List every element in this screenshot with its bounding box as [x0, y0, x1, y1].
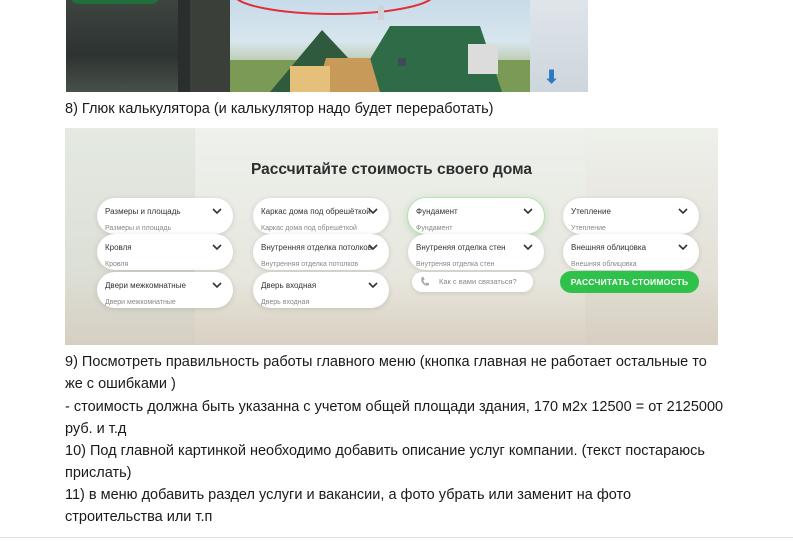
house-illustration	[230, 0, 530, 92]
screenshot-left-panel	[66, 0, 190, 92]
field-label: Утепление	[571, 207, 611, 216]
field-roof[interactable]: Кровля Кровля	[97, 234, 233, 270]
note-item-10-line1: 10) Под главной картинкой необходимо доб…	[65, 443, 705, 459]
field-value: Кровля	[105, 261, 129, 268]
field-label: Внешняя облицовка	[571, 243, 647, 252]
field-value: Дверь входная	[261, 299, 310, 306]
note-item-10-line2: прислать)	[65, 465, 132, 481]
divider	[0, 537, 793, 538]
calculator-title: Рассчитайте стоимость своего дома	[251, 161, 532, 178]
chevron-down-icon	[523, 208, 533, 215]
house-image	[230, 0, 530, 92]
field-frame[interactable]: Каркас дома под обрешёткой Каркас дома п…	[253, 198, 389, 234]
note-item-8: 8) Глюк калькулятора (и калькулятор надо…	[65, 101, 494, 117]
field-insulation[interactable]: Утепление Утепление	[563, 198, 699, 234]
note-item-11-line2: строительства или т.п	[65, 509, 213, 525]
field-label: Дверь входная	[261, 281, 317, 290]
screenshot-divider	[178, 0, 190, 92]
chevron-down-icon	[368, 208, 378, 215]
calculate-cost-button[interactable]: РАССЧИТАТЬ СТОИМОСТЬ	[560, 271, 699, 293]
field-foundation[interactable]: Фундамент Фундамент	[408, 198, 544, 234]
field-value: Внутренняя отделка потолков	[261, 261, 359, 268]
field-value: Внешняя облицовка	[571, 261, 637, 268]
field-value: Фундамент	[416, 225, 453, 232]
note-item-9-line1: 9) Посмотреть правильность работы главно…	[65, 354, 707, 370]
chevron-down-icon	[368, 282, 378, 289]
arrow-down-icon[interactable]: ⬇	[544, 68, 559, 86]
top-screenshot: ⬇	[66, 0, 588, 92]
field-label: Кровля	[105, 243, 132, 252]
note-item-11-line1: 11) в меню добавить раздел услуги и вака…	[65, 487, 632, 503]
field-label: Размеры и площадь	[105, 207, 181, 216]
note-item-9-line2: же с ошибками )	[65, 376, 176, 392]
field-value: Каркас дома под обрешёткой	[261, 225, 357, 232]
calculator-screenshot: Рассчитайте стоимость своего дома Размер…	[65, 128, 718, 345]
field-label: Двери межкомнатные	[105, 281, 186, 290]
field-size-area[interactable]: Размеры и площадь Размеры и площадь	[97, 198, 233, 234]
field-value: Внутреняя отделка стен	[416, 261, 495, 268]
phone-icon	[421, 277, 429, 286]
field-exterior-cladding[interactable]: Внешняя облицовка Внешняя облицовка	[563, 234, 699, 270]
field-label: Внутреняя отделка стен	[416, 243, 506, 252]
field-label: Каркас дома под обрешёткой	[261, 207, 371, 216]
chevron-down-icon	[678, 208, 688, 215]
field-interior-doors[interactable]: Двери межкомнатные Двери межкомнатные	[97, 272, 233, 308]
chevron-down-icon	[368, 244, 378, 251]
screenshot-green-button	[70, 0, 160, 4]
phone-input[interactable]: Как с вами связаться?	[412, 272, 533, 292]
field-label: Внутренняя отделка потолков	[261, 243, 372, 252]
chevron-down-icon	[212, 282, 222, 289]
chevron-down-icon	[678, 244, 688, 251]
field-value: Утепление	[571, 225, 606, 232]
chevron-down-icon	[212, 208, 222, 215]
phone-placeholder: Как с вами связаться?	[439, 277, 517, 286]
chevron-down-icon	[212, 244, 222, 251]
field-wall-finish[interactable]: Внутреняя отделка стен Внутреняя отделка…	[408, 234, 544, 270]
field-value: Двери межкомнатные	[105, 299, 176, 306]
chevron-down-icon	[523, 244, 533, 251]
field-label: Фундамент	[416, 207, 458, 216]
note-cost-line2: руб. и т.д	[65, 421, 127, 437]
field-entrance-door[interactable]: Дверь входная Дверь входная	[253, 272, 389, 308]
note-cost-line1: - стоимость должна быть указанна с учето…	[65, 399, 724, 415]
field-ceiling-finish[interactable]: Внутренняя отделка потолков Внутренняя о…	[253, 234, 389, 270]
field-value: Размеры и площадь	[105, 225, 172, 232]
